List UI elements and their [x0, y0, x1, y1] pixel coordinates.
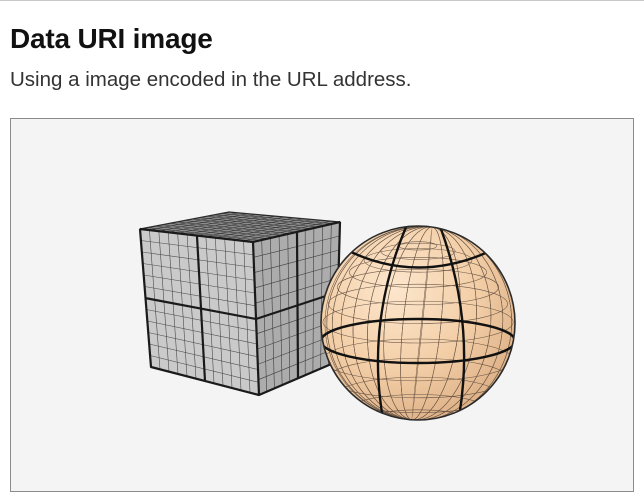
- page-title: Data URI image: [10, 23, 213, 54]
- rendered-3d-scene: [138, 211, 516, 421]
- cube-shape: [138, 211, 342, 397]
- page: Data URI image Using a image encoded in …: [0, 0, 644, 502]
- page-subtitle: Using a image encoded in the URL address…: [10, 68, 412, 91]
- sphere-shape: [320, 225, 516, 421]
- data-uri-image: [10, 118, 634, 492]
